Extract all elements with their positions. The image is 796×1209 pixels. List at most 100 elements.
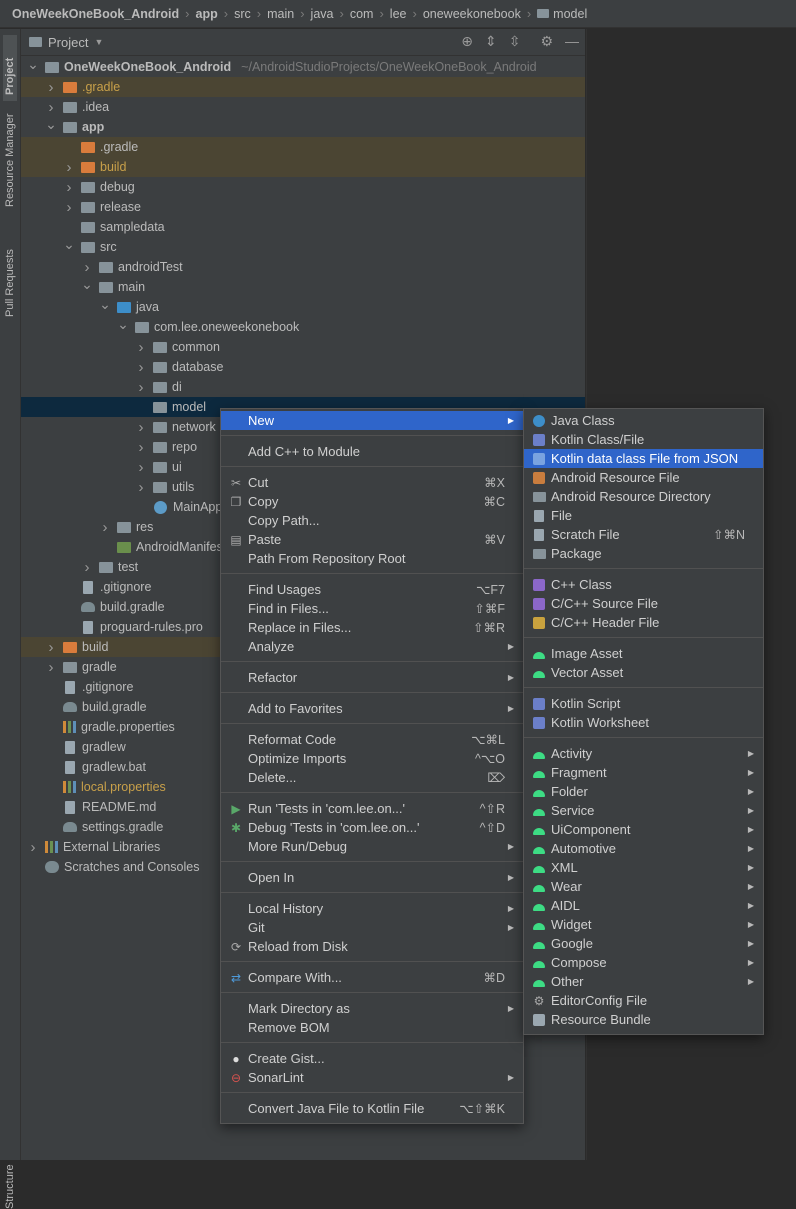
tree-item-common[interactable]: › common: [21, 337, 585, 357]
chevron-right-icon[interactable]: ›: [135, 379, 147, 396]
menu-item-local-history[interactable]: Local History ▶: [221, 899, 523, 918]
menu-item-cut[interactable]: ✂ Cut ⌘X: [221, 473, 523, 492]
chevron-right-icon[interactable]: ›: [135, 339, 147, 356]
chevron-right-icon[interactable]: ›: [63, 199, 75, 216]
menu-item-replace-in-files[interactable]: Replace in Files... ⇧⌘R: [221, 618, 523, 637]
menu-item-create-gist[interactable]: ● Create Gist...: [221, 1049, 523, 1068]
tree-item-sampledata[interactable]: sampledata: [21, 217, 585, 237]
menu-item-find-usages[interactable]: Find Usages ⌥F7: [221, 580, 523, 599]
new-item-resource-bundle[interactable]: Resource Bundle: [524, 1010, 763, 1029]
chevron-down-icon[interactable]: ⌄: [27, 56, 39, 73]
chevron-right-icon[interactable]: ›: [135, 419, 147, 436]
menu-item-compare-with[interactable]: ⇄ Compare With... ⌘D: [221, 968, 523, 987]
tree-item-app[interactable]: ⌄ app: [21, 116, 585, 137]
new-item-google[interactable]: Google ▶: [524, 934, 763, 953]
new-item-editorconfig-file[interactable]: ⚙ EditorConfig File: [524, 991, 763, 1010]
breadcrumb-item-main[interactable]: main: [267, 7, 294, 21]
breadcrumb-item-lee[interactable]: lee: [390, 7, 407, 21]
new-item-c-c-source-file[interactable]: C/C++ Source File: [524, 594, 763, 613]
menu-item-remove-bom[interactable]: Remove BOM: [221, 1018, 523, 1037]
tree-item-androidtest[interactable]: › androidTest: [21, 257, 585, 277]
new-item-kotlin-data-class-file-from-json[interactable]: Kotlin data class File from JSON: [524, 449, 763, 468]
new-item-activity[interactable]: Activity ▶: [524, 744, 763, 763]
chevron-right-icon[interactable]: ›: [63, 179, 75, 196]
new-item-file[interactable]: File: [524, 506, 763, 525]
new-item-service[interactable]: Service ▶: [524, 801, 763, 820]
new-item-aidl[interactable]: AIDL ▶: [524, 896, 763, 915]
tree-item-build[interactable]: › build: [21, 157, 585, 177]
menu-item-add-to-favorites[interactable]: Add to Favorites ▶: [221, 699, 523, 718]
new-item-wear[interactable]: Wear ▶: [524, 877, 763, 896]
menu-item-git[interactable]: Git ▶: [221, 918, 523, 937]
menu-item-find-in-files[interactable]: Find in Files... ⇧⌘F: [221, 599, 523, 618]
chevron-right-icon[interactable]: ›: [45, 639, 57, 656]
tree-item-gradle[interactable]: › .gradle: [21, 77, 585, 97]
tree-item-idea[interactable]: › .idea: [21, 97, 585, 117]
breadcrumb-item-model[interactable]: model: [537, 7, 587, 21]
breadcrumb-item-app[interactable]: app: [196, 7, 218, 21]
project-view-selector[interactable]: Project: [48, 35, 88, 50]
menu-item-reload-from-disk[interactable]: ⟳ Reload from Disk: [221, 937, 523, 956]
new-item-kotlin-worksheet[interactable]: Kotlin Worksheet: [524, 713, 763, 732]
chevron-right-icon[interactable]: ›: [45, 79, 57, 96]
new-item-kotlin-script[interactable]: Kotlin Script: [524, 694, 763, 713]
menu-item-path-from-repository-root[interactable]: Path From Repository Root: [221, 549, 523, 568]
chevron-right-icon[interactable]: ›: [135, 439, 147, 456]
new-item-vector-asset[interactable]: Vector Asset: [524, 663, 763, 682]
new-item-fragment[interactable]: Fragment ▶: [524, 763, 763, 782]
new-item-android-resource-directory[interactable]: Android Resource Directory: [524, 487, 763, 506]
new-item-kotlin-class-file[interactable]: Kotlin Class/File: [524, 430, 763, 449]
chevron-right-icon[interactable]: ›: [45, 99, 57, 116]
chevron-right-icon[interactable]: ›: [99, 519, 111, 536]
chevron-right-icon[interactable]: ›: [135, 479, 147, 496]
gear-icon[interactable]: ⚙: [540, 33, 553, 50]
menu-item-mark-directory-as[interactable]: Mark Directory as ▶: [221, 999, 523, 1018]
menu-item-delete[interactable]: Delete... ⌦: [221, 768, 523, 787]
chevron-right-icon[interactable]: ›: [135, 359, 147, 376]
menu-item-copy-path[interactable]: Copy Path...: [221, 511, 523, 530]
menu-item-sonarlint[interactable]: ⊖ SonarLint ▶: [221, 1068, 523, 1087]
new-item-compose[interactable]: Compose ▶: [524, 953, 763, 972]
menu-item-convert-java-file-to-kotlin-file[interactable]: Convert Java File to Kotlin File ⌥⇧⌘K: [221, 1099, 523, 1118]
tree-item-com-lee-oneweekonebook[interactable]: ⌄ com.lee.oneweekonebook: [21, 316, 585, 337]
tree-item-release[interactable]: › release: [21, 197, 585, 217]
breadcrumb-item-com[interactable]: com: [350, 7, 374, 21]
chevron-down-icon[interactable]: ▼: [94, 37, 103, 47]
chevron-right-icon[interactable]: ›: [27, 839, 39, 856]
menu-item-paste[interactable]: ▤ Paste ⌘V: [221, 530, 523, 549]
tree-item-di[interactable]: › di: [21, 377, 585, 397]
new-item-folder[interactable]: Folder ▶: [524, 782, 763, 801]
menu-item-debug-tests-in-com-lee-on[interactable]: ✱ Debug 'Tests in 'com.lee.on...' ^⇧D: [221, 818, 523, 837]
new-item-widget[interactable]: Widget ▶: [524, 915, 763, 934]
breadcrumb-item-oneweekonebook[interactable]: oneweekonebook: [423, 7, 521, 21]
hide-icon[interactable]: —: [565, 33, 579, 50]
chevron-down-icon[interactable]: ⌄: [63, 236, 75, 253]
new-item-c-c-header-file[interactable]: C/C++ Header File: [524, 613, 763, 632]
menu-item-copy[interactable]: ❐ Copy ⌘C: [221, 492, 523, 511]
tree-item-src[interactable]: ⌄ src: [21, 236, 585, 257]
collapse-all-icon[interactable]: ⇳: [509, 33, 521, 50]
chevron-right-icon[interactable]: ›: [81, 559, 93, 576]
tree-item-gradle[interactable]: .gradle: [21, 137, 585, 157]
breadcrumb-item-src[interactable]: src: [234, 7, 251, 21]
menu-item-run-tests-in-com-lee-on[interactable]: ▶ Run 'Tests in 'com.lee.on...' ^⇧R: [221, 799, 523, 818]
chevron-down-icon[interactable]: ⌄: [81, 276, 93, 293]
chevron-down-icon[interactable]: ⌄: [45, 116, 57, 133]
menu-item-reformat-code[interactable]: Reformat Code ⌥⌘L: [221, 730, 523, 749]
tree-item-java[interactable]: ⌄ java: [21, 296, 585, 317]
chevron-right-icon[interactable]: ›: [81, 259, 93, 276]
menu-item-add-c-to-module[interactable]: Add C++ to Module: [221, 442, 523, 461]
breadcrumb-item-java[interactable]: java: [311, 7, 334, 21]
tree-item-oneweekonebook-android[interactable]: ⌄ OneWeekOneBook_Android ~/AndroidStudioPr…: [21, 56, 585, 77]
expand-all-icon[interactable]: ⇕: [485, 33, 497, 50]
new-item-uicomponent[interactable]: UiComponent ▶: [524, 820, 763, 839]
chevron-down-icon[interactable]: ⌄: [117, 316, 129, 333]
menu-item-new[interactable]: New ▶: [221, 411, 523, 430]
locate-icon[interactable]: ⊕: [461, 33, 473, 50]
new-item-other[interactable]: Other ▶: [524, 972, 763, 991]
new-item-c-class[interactable]: C++ Class: [524, 575, 763, 594]
tree-item-main[interactable]: ⌄ main: [21, 276, 585, 297]
tree-item-debug[interactable]: › debug: [21, 177, 585, 197]
new-item-image-asset[interactable]: Image Asset: [524, 644, 763, 663]
menu-item-analyze[interactable]: Analyze ▶: [221, 637, 523, 656]
